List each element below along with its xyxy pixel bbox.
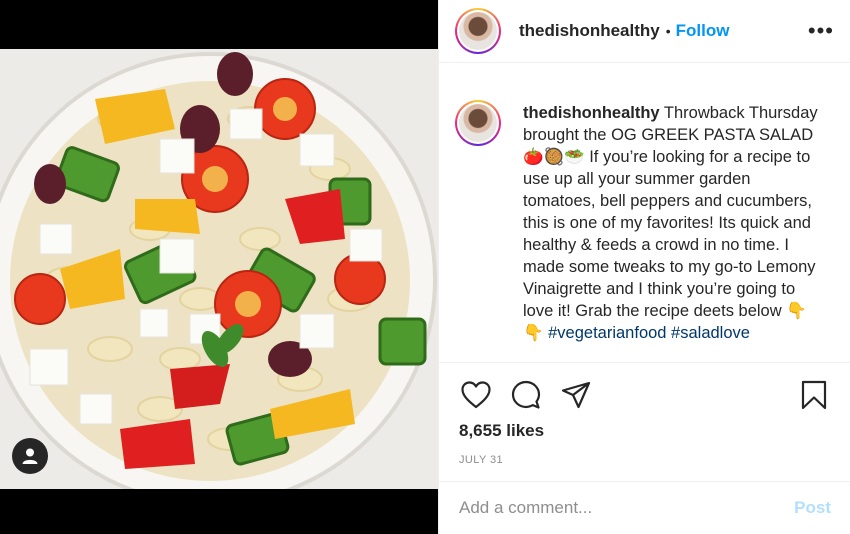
follow-button[interactable]: Follow: [676, 21, 730, 41]
comment-input[interactable]: [459, 498, 795, 518]
caption-section: thedishonhealthy Throwback Thursday brou…: [439, 64, 850, 363]
caption-body: Throwback Thursday brought the OG GREEK …: [523, 104, 818, 320]
comment-icon: [511, 380, 541, 409]
save-button[interactable]: [797, 378, 831, 412]
header-username[interactable]: thedishonhealthy: [519, 21, 660, 41]
like-button[interactable]: [459, 378, 493, 412]
bookmark-icon: [801, 380, 827, 410]
comment-bar: Post: [439, 481, 850, 534]
tagged-users-button[interactable]: [12, 438, 48, 474]
share-button[interactable]: [559, 378, 593, 412]
post-comment-button[interactable]: Post: [794, 498, 831, 518]
post-sidebar: thedishonhealthy • Follow ••• thedishonh…: [438, 0, 850, 534]
caption-hashtags[interactable]: 👇 #vegetarianfood #saladlove: [523, 324, 750, 342]
caption-avatar: [459, 104, 497, 142]
header-separator: •: [665, 23, 671, 39]
avatar: [459, 12, 497, 50]
action-bar: [439, 364, 850, 426]
comment-button[interactable]: [509, 378, 543, 412]
pasta-salad-image: [0, 49, 438, 489]
user-icon: [22, 448, 38, 464]
share-icon: [561, 381, 591, 409]
heart-icon: [461, 381, 491, 409]
post-header: thedishonhealthy • Follow •••: [439, 0, 850, 63]
like-count[interactable]: 8,655 likes: [459, 421, 544, 441]
caption-story-ring[interactable]: [455, 100, 501, 146]
caption-username[interactable]: thedishonhealthy: [523, 104, 660, 122]
caption-text: thedishonhealthy Throwback Thursday brou…: [523, 102, 825, 362]
post-photo[interactable]: [0, 49, 438, 489]
post-media: [0, 0, 438, 534]
post-date[interactable]: JULY 31: [459, 454, 503, 466]
more-options-button[interactable]: •••: [808, 20, 834, 42]
story-ring[interactable]: [455, 8, 501, 54]
